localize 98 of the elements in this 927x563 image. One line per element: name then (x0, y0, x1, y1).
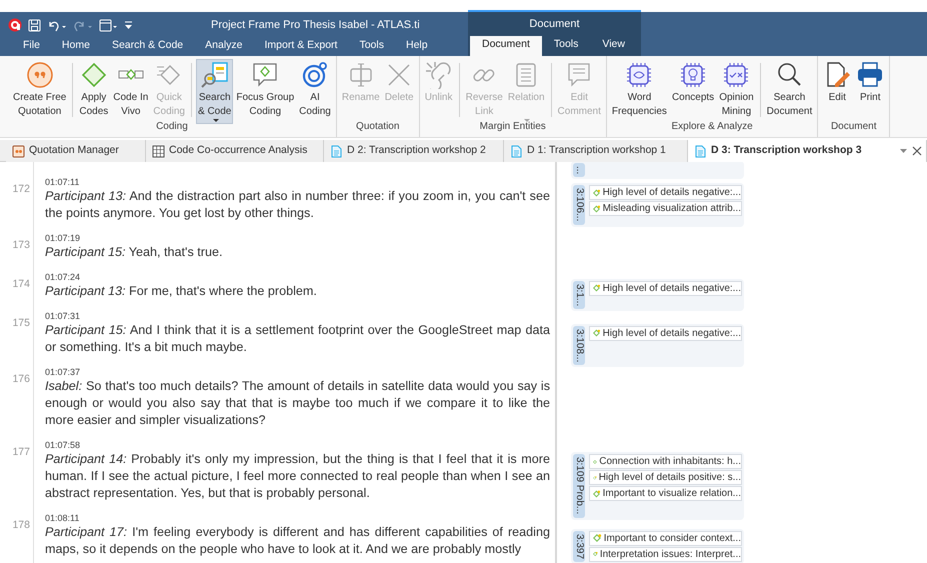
ribbon-tab[interactable]: Document (470, 36, 542, 56)
timestamp: 01:07:58 (45, 439, 80, 451)
code-tag[interactable]: Important to visualize relation... (589, 486, 742, 502)
ribbon-button[interactable]: Opinion Mining (717, 59, 756, 121)
line-number: 172 (11, 182, 31, 197)
lightbulb-chip-icon (679, 61, 708, 89)
ribbon-tab[interactable]: Help (394, 38, 439, 56)
ribbon-button[interactable]: Concepts (670, 59, 716, 107)
undo-icon[interactable] (47, 18, 67, 32)
code-tag[interactable]: High level of details negative:... (589, 185, 742, 200)
code-comment-icon (593, 328, 601, 338)
window-icon[interactable] (99, 18, 118, 32)
timestamp: 01:08:11 (45, 512, 80, 524)
transcript-file-tab[interactable]: D 3: Transcription workshop 3 (688, 140, 927, 162)
code-comment-icon (593, 283, 601, 294)
ribbon-button[interactable]: Focus Group Coding (234, 59, 296, 121)
code-tag[interactable]: Misleading visualization attrib... (589, 201, 742, 216)
transcript-paragraph: Participant 13: For me, that's where the problem. (45, 283, 318, 300)
code-tag[interactable]: High level of details negative:... (589, 280, 742, 296)
transcript-paragraph: Isabel: So that's too much details? The amount of details in satellite data would you say is enough or would you also say that that is maybe too much if we compare it to like the more easier and simpler visualizations? (45, 378, 550, 429)
app-logo-icon[interactable] (8, 18, 22, 32)
code-comment-icon (593, 188, 601, 198)
code-comment-icon (593, 533, 602, 544)
ribbon-tab[interactable]: Search & Code (100, 38, 194, 56)
ribbon-button[interactable]: Search Document (764, 59, 814, 121)
document-icon (510, 144, 523, 158)
group-title: Margin Entities (480, 120, 546, 134)
group-title: Explore & Analyze (671, 120, 753, 134)
window-title: Project Frame Pro Thesis Isabel - ATLAS.ti (211, 18, 420, 33)
printer-icon (856, 61, 884, 89)
quotation-label[interactable]: ... (573, 163, 585, 178)
transcript-paragraph: Participant 15: Yeah, that's true. (45, 244, 224, 261)
manager-tab[interactable]: Quotation Manager (6, 140, 146, 162)
ribbon-button[interactable]: Create Free Quotation (11, 59, 68, 121)
grid-icon (152, 144, 165, 158)
ribbon-tab[interactable]: Home (50, 38, 101, 56)
code-tag[interactable]: Important to consider context... (589, 530, 742, 546)
transcript-paragraph: Participant 17: I'm feeling everybody is different and has different capabilities of reading maps, so it depends on the people who have to look at it. And we are probably mostly (45, 524, 550, 558)
document-icon (330, 144, 343, 158)
timestamp: 01:07:19 (45, 232, 80, 244)
group-title: Coding (156, 120, 188, 134)
line-number: 176 (11, 372, 31, 387)
diamond-icon (80, 61, 108, 89)
transcript-file-tab[interactable]: D 2: Transcription workshop 2 (324, 140, 504, 162)
contextual-group-title: Document (529, 16, 580, 32)
group-title: Document (830, 120, 877, 134)
code-tag[interactable]: Interpretation issues: Interpret... (589, 546, 742, 562)
transcript-file-tab[interactable]: D 1: Transcription workshop 1 (504, 140, 688, 162)
timestamp: 01:07:31 (45, 310, 80, 322)
transcript-paragraph: Participant 14: Probably it's only my impression, but the thing is that I feel that it is more human. If I see the actual picture, I feel more connected to real people than when I see an abstract representation. Yes, but that is probably personal. (45, 451, 550, 502)
quotation-label[interactable]: 3:397 (573, 530, 585, 562)
line-number: 173 (11, 238, 31, 253)
ring-icon (301, 61, 330, 89)
line-number: 178 (11, 518, 31, 533)
save-icon[interactable] (28, 18, 41, 32)
search-document-icon (200, 61, 229, 89)
check-chip-icon (722, 61, 750, 89)
code-comment-icon (593, 204, 601, 214)
ribbon-button[interactable]: AI Coding (297, 59, 333, 121)
analysis-tab[interactable]: Code Co-occurrence Analysis (146, 140, 324, 162)
ribbon-button[interactable]: Edit (821, 59, 854, 107)
ribbon-button[interactable]: Apply Codes (77, 59, 110, 121)
redo-icon[interactable] (73, 18, 93, 32)
chip-icon (625, 61, 654, 89)
quotation-label[interactable]: 3:109 Prob... (573, 454, 585, 518)
speech-bubble-icon (251, 61, 280, 89)
ribbon-tab[interactable]: Tools (348, 38, 395, 56)
quotation-label[interactable]: 3:108... (573, 326, 585, 366)
quotation-label[interactable]: 3:106... (573, 185, 585, 225)
code-tag[interactable]: Connection with inhabitants: h... (589, 454, 742, 470)
quotation-manager-icon (12, 144, 25, 158)
ribbon-tab[interactable]: View (590, 36, 637, 56)
ribbon-tab[interactable]: Import & Export (254, 38, 348, 56)
line-number: 174 (11, 277, 31, 292)
unlink-icon (424, 61, 453, 89)
ribbon-button[interactable]: Word Frequencies (610, 59, 669, 121)
line-number: 175 (11, 316, 31, 331)
group-title: Quotation (356, 120, 400, 134)
quotation-label[interactable]: 3:1... (573, 280, 585, 309)
quote-icon (26, 61, 54, 89)
timestamp: 01:07:11 (45, 176, 80, 188)
transcript-paragraph: Participant 15: And I think that it is a settlement footprint over the GoogleStreet map data or something. It's a bit much maybe. (45, 322, 550, 356)
code-tag[interactable]: High level of details negative:... (589, 326, 742, 341)
file-menu-tab[interactable]: File (12, 38, 51, 56)
timestamp: 01:07:24 (45, 271, 80, 283)
close-icon[interactable] (912, 146, 922, 156)
ribbon-button[interactable]: Print (854, 59, 886, 107)
ribbon-tab[interactable]: Tools (542, 36, 590, 56)
ribbon-button[interactable]: Search & Code (196, 59, 234, 124)
document-icon (694, 144, 707, 158)
ribbon-button[interactable]: Code In Vivo (111, 59, 150, 121)
code-comment-icon (593, 488, 601, 499)
line-number: 177 (11, 445, 31, 460)
customize-icon[interactable] (124, 19, 133, 31)
transcript-paragraph: Participant 13: And the distraction part also in number three: if you zoom in, you can't see the points anymore. You get lost by other things. (45, 188, 550, 222)
code-tag[interactable]: High level of details positive: s... (589, 470, 742, 486)
ribbon-tab[interactable]: Analyze (194, 38, 254, 56)
timestamp: 01:07:37 (45, 366, 80, 378)
